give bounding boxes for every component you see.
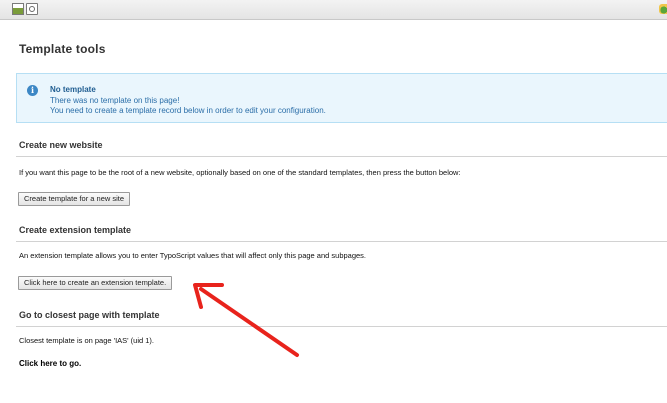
notice-line-1: There was no template on this page!	[50, 96, 180, 105]
template-record-icon[interactable]	[12, 3, 24, 15]
create-new-site-template-button[interactable]: Create template for a new site	[18, 192, 131, 206]
section-divider	[16, 326, 667, 327]
section-divider	[16, 241, 667, 242]
section-heading-extension: Create extension template	[19, 225, 132, 235]
view-page-icon[interactable]	[26, 3, 38, 15]
create-extension-template-button[interactable]: Click here to create an extension templa…	[18, 276, 173, 290]
extension-description: An extension template allows you to ente…	[19, 251, 367, 260]
info-icon: i	[27, 85, 38, 96]
notice-title: No template	[50, 85, 96, 94]
section-heading-new-website: Create new website	[19, 140, 103, 150]
section-heading-closest: Go to closest page with template	[19, 310, 160, 320]
no-template-notice: i No template There was no template on t…	[16, 73, 667, 123]
shortcut-icon[interactable]	[659, 4, 667, 14]
go-to-closest-template-link[interactable]: Click here to go.	[19, 359, 81, 368]
doc-header-toolbar	[0, 0, 667, 20]
page-title: Template tools	[19, 42, 106, 56]
module-content: Template tools i No template There was n…	[0, 20, 667, 403]
section-divider	[16, 156, 667, 157]
notice-line-2: You need to create a template record bel…	[50, 106, 326, 115]
new-website-description: If you want this page to be the root of …	[19, 168, 461, 177]
closest-template-description: Closest template is on page 'IAS' (uid 1…	[19, 336, 155, 345]
